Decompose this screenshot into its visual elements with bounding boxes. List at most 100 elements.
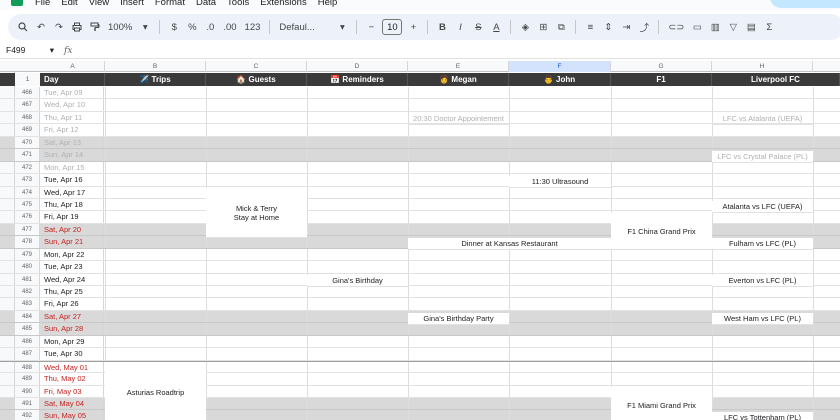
- header-megan[interactable]: 👩 Megan: [408, 73, 509, 86]
- day-cell[interactable]: Mon, Apr 29: [41, 335, 104, 348]
- column-header-b[interactable]: B: [105, 61, 206, 72]
- menu-tools[interactable]: Tools: [227, 0, 249, 8]
- header-liverpool[interactable]: Liverpool FC: [712, 73, 840, 86]
- lfc-vs-atalanta-uefa[interactable]: LFC vs Atalanta (UEFA): [712, 113, 813, 125]
- guests-mick-terry[interactable]: Mick & Terry Stay at Home: [206, 188, 307, 238]
- sheets-logo-icon[interactable]: [11, 0, 23, 6]
- megan-doctor-appointment[interactable]: 20:30 Doctor Appointement: [408, 113, 509, 125]
- increase-font-size-button[interactable]: +: [406, 18, 420, 36]
- row-number[interactable]: 490: [15, 385, 40, 397]
- filter-views-icon[interactable]: ▤: [744, 18, 758, 36]
- table-row[interactable]: 467 Wed, Apr 10: [0, 99, 840, 112]
- table-row[interactable]: 483 Fri, Apr 26: [0, 298, 840, 311]
- menu-help[interactable]: Help: [318, 0, 338, 8]
- table-row[interactable]: 479 Mon, Apr 22: [0, 248, 840, 262]
- day-cell[interactable]: Tue, Apr 30: [41, 348, 104, 360]
- horizontal-align-icon[interactable]: ≡: [583, 18, 597, 36]
- row-number[interactable]: 488: [15, 361, 40, 373]
- column-header-a[interactable]: A: [41, 61, 105, 72]
- fill-color-icon[interactable]: ◈: [518, 18, 532, 36]
- row-number[interactable]: 486: [15, 335, 40, 348]
- column-header-f[interactable]: F: [509, 61, 611, 72]
- row-number[interactable]: 479: [15, 248, 40, 261]
- row-number[interactable]: 471: [15, 149, 40, 161]
- day-cell[interactable]: Wed, Apr 10: [41, 99, 104, 111]
- table-row[interactable]: 485 Sun, Apr 28: [0, 323, 840, 336]
- table-row[interactable]: 476 Fri, Apr 19: [0, 211, 840, 224]
- column-header-d[interactable]: D: [307, 61, 408, 72]
- day-cell[interactable]: Tue, Apr 23: [41, 261, 104, 273]
- merge-cells-icon[interactable]: ⧉: [554, 18, 568, 36]
- day-cell[interactable]: Thu, Apr 25: [41, 286, 104, 298]
- share-button[interactable]: [770, 0, 840, 8]
- day-cell[interactable]: Mon, Apr 15: [41, 161, 104, 174]
- currency-format-button[interactable]: $: [167, 18, 181, 36]
- row-number[interactable]: 472: [15, 161, 40, 174]
- menu-edit[interactable]: Edit: [61, 0, 77, 8]
- menu-format[interactable]: Format: [155, 0, 185, 8]
- row-number[interactable]: 478: [15, 236, 40, 248]
- number-format-button[interactable]: 123: [243, 18, 263, 36]
- chevron-down-icon[interactable]: ▾: [138, 18, 152, 36]
- bold-button[interactable]: B: [435, 18, 449, 36]
- redo-icon[interactable]: ↷: [52, 18, 66, 36]
- day-cell[interactable]: Sun, May 05: [41, 410, 104, 420]
- row-number[interactable]: 470: [15, 136, 40, 149]
- italic-button[interactable]: I: [453, 18, 467, 36]
- print-icon[interactable]: [70, 18, 84, 36]
- paint-format-icon[interactable]: [88, 18, 102, 36]
- day-cell[interactable]: Fri, May 03: [41, 385, 104, 397]
- day-cell[interactable]: Sun, Apr 14: [41, 149, 104, 161]
- f1-miami-grand-prix[interactable]: F1 Miami Grand Prix: [611, 387, 712, 420]
- megan-gina-birthday-party[interactable]: Gina's Birthday Party: [408, 313, 509, 325]
- menu-view[interactable]: View: [89, 0, 109, 8]
- table-row[interactable]: 482 Thu, Apr 25: [0, 286, 840, 299]
- fulham-vs-lfc[interactable]: Fulham vs LFC (PL): [712, 238, 813, 250]
- row-number[interactable]: 483: [15, 298, 40, 310]
- insert-comment-icon[interactable]: ▭: [690, 18, 704, 36]
- row-number[interactable]: 492: [15, 410, 40, 420]
- spreadsheet-grid[interactable]: A B C D E F G H + Day ✈️ Trips 🏠 Guests …: [0, 61, 840, 420]
- text-rotation-icon[interactable]: ⤴: [637, 18, 651, 36]
- row-number[interactable]: 473: [15, 174, 40, 186]
- borders-icon[interactable]: ⊞: [536, 18, 550, 36]
- insert-chart-icon[interactable]: ▥: [708, 18, 722, 36]
- header-john[interactable]: 👨 John: [509, 73, 611, 86]
- increase-decimal-button[interactable]: .00: [221, 18, 238, 36]
- table-row[interactable]: 487 Tue, Apr 30: [0, 348, 840, 361]
- percent-format-button[interactable]: %: [185, 18, 199, 36]
- row-number[interactable]: 480: [15, 261, 40, 273]
- row-number[interactable]: 466: [15, 87, 40, 99]
- vertical-align-icon[interactable]: ⇕: [601, 18, 615, 36]
- day-cell[interactable]: Sat, May 04: [41, 397, 104, 410]
- insert-link-icon[interactable]: ⊂⊃: [666, 18, 686, 36]
- day-cell[interactable]: Tue, Apr 09: [41, 87, 104, 99]
- reminder-gina-birthday[interactable]: Gina's Birthday: [307, 275, 408, 287]
- row-number[interactable]: 477: [15, 223, 40, 236]
- day-cell[interactable]: Wed, May 01: [41, 361, 104, 373]
- table-row[interactable]: 469 Fri, Apr 12: [0, 124, 840, 137]
- row-number-header[interactable]: 1: [15, 73, 40, 86]
- font-family-select[interactable]: Defaul...: [277, 18, 331, 36]
- day-cell[interactable]: Thu, May 02: [41, 373, 104, 385]
- table-row[interactable]: 473 Tue, Apr 16: [0, 174, 840, 187]
- column-header-h[interactable]: H: [712, 61, 813, 72]
- table-row[interactable]: 470 Sat, Apr 13: [0, 136, 840, 150]
- day-cell[interactable]: Thu, Apr 11: [41, 111, 104, 124]
- chevron-down-icon[interactable]: ▾: [335, 18, 349, 36]
- menu-extensions[interactable]: Extensions: [260, 0, 306, 8]
- text-color-button[interactable]: A: [489, 18, 503, 36]
- day-cell[interactable]: Tue, Apr 16: [41, 174, 104, 186]
- header-day[interactable]: Day: [41, 73, 105, 86]
- f1-china-grand-prix[interactable]: F1 China Grand Prix: [611, 213, 712, 250]
- day-cell[interactable]: Sat, Apr 13: [41, 136, 104, 149]
- font-size-input[interactable]: 10: [382, 19, 403, 35]
- header-f1[interactable]: F1: [611, 73, 712, 86]
- table-row[interactable]: 474 Wed, Apr 17: [0, 186, 840, 199]
- row-number[interactable]: 468: [15, 111, 40, 124]
- lfc-vs-tottenham[interactable]: LFC vs Tottenham (PL): [712, 412, 813, 420]
- header-guests[interactable]: 🏠 Guests: [206, 73, 307, 86]
- dinner-kansas-restaurant[interactable]: Dinner at Kansas Restaurant: [408, 238, 611, 250]
- menu-data[interactable]: Data: [196, 0, 216, 8]
- row-number[interactable]: 482: [15, 286, 40, 298]
